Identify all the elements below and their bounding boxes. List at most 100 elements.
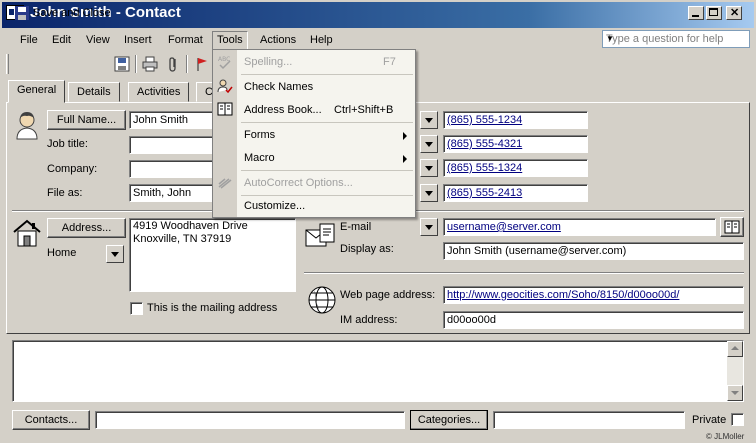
job-title-field[interactable] (129, 136, 215, 154)
email-label: E-mail (340, 221, 372, 233)
categories-button[interactable]: Categories... (410, 410, 488, 430)
notes-scrollbar[interactable] (727, 341, 743, 401)
address-book-icon (217, 102, 233, 116)
scroll-up-icon (731, 346, 739, 350)
phone-type-dropdown[interactable] (420, 159, 438, 177)
copyright-text: © JLMoller (706, 432, 745, 441)
maximize-icon (709, 8, 718, 16)
phone-value: (865) 555-1324 (447, 162, 523, 174)
print-icon[interactable] (142, 56, 158, 72)
contacts-button[interactable]: Contacts... (12, 410, 90, 430)
categories-field[interactable] (493, 411, 685, 429)
forms-label: Forms (244, 129, 276, 141)
menu-file[interactable]: File (16, 32, 42, 49)
menu-view[interactable]: View (82, 32, 114, 49)
email-icon (305, 223, 335, 247)
save-floppy-icon[interactable] (114, 56, 130, 72)
menu-item-check-names[interactable]: Check Names (237, 76, 415, 98)
submenu-arrow-icon (403, 155, 407, 163)
toolbar-grip[interactable] (6, 54, 9, 74)
contacts-field[interactable] (95, 411, 405, 429)
menu-separator (241, 122, 413, 123)
company-field[interactable] (129, 160, 215, 178)
spelling-shortcut: F7 (383, 56, 396, 68)
menu-insert[interactable]: Insert (120, 32, 156, 49)
full-name-field[interactable]: John Smith (129, 111, 215, 129)
macro-label: Macro (244, 152, 275, 164)
web-page-value: http://www.geocities.com/Soho/8150/d00oo… (447, 289, 680, 301)
autocorrect-icon (218, 178, 232, 189)
email-field[interactable]: username@server.com (443, 218, 716, 236)
phone-value: (865) 555-4321 (447, 138, 523, 150)
house-icon (13, 219, 41, 247)
check-names-icon (217, 79, 233, 94)
menu-tools[interactable]: Tools (212, 31, 248, 50)
phone-field[interactable]: (865) 555-1234 (443, 111, 588, 129)
address-book-shortcut: Ctrl+Shift+B (334, 104, 394, 116)
menu-item-spelling[interactable]: Spelling... F7 (237, 51, 415, 73)
address-book-label: Address Book... (244, 104, 322, 116)
minimize-button[interactable] (688, 6, 704, 20)
tab-details[interactable]: Details (68, 82, 120, 102)
menu-help[interactable]: Help (306, 32, 337, 49)
notes-textarea[interactable] (12, 340, 744, 402)
menu-item-autocorrect-options[interactable]: AutoCorrect Options... (237, 172, 415, 194)
spelling-icon: ABC (218, 56, 231, 70)
im-address-field[interactable]: d00oo00d (443, 311, 744, 329)
address-line-2: Knoxville, TN 37919 (133, 233, 232, 245)
file-as-label: File as: (47, 187, 83, 199)
globe-icon (308, 286, 336, 314)
scroll-down-icon (731, 391, 739, 395)
menu-separator (241, 170, 413, 171)
display-as-field[interactable]: John Smith (username@server.com) (443, 242, 744, 260)
menu-edit[interactable]: Edit (48, 32, 75, 49)
tools-menu: ABC Spelling... F7 Check Names Address B… (212, 49, 416, 218)
phone-type-dropdown[interactable] (420, 184, 438, 202)
close-button[interactable]: ✕ (726, 6, 742, 20)
menu-item-customize[interactable]: Customize... (237, 195, 415, 217)
private-checkbox[interactable] (731, 413, 744, 426)
submenu-arrow-icon (403, 132, 407, 140)
close-icon: ✕ (730, 7, 740, 19)
address-button[interactable]: Address... (47, 218, 126, 238)
scroll-down-button[interactable] (727, 385, 743, 401)
save-icon (15, 6, 29, 20)
address-field[interactable]: 4919 Woodhaven Drive Knoxville, TN 37919 (129, 218, 296, 292)
tab-general[interactable]: General (8, 80, 66, 103)
address-line-1: 4919 Woodhaven Drive (133, 220, 248, 232)
address-type-dropdown[interactable] (106, 245, 124, 263)
address-book-button[interactable] (720, 217, 744, 237)
help-question-box[interactable]: Type a question for help ▼ (602, 30, 750, 48)
address-book-icon (724, 220, 740, 234)
mailing-address-checkbox[interactable] (130, 302, 143, 315)
scroll-up-button[interactable] (727, 341, 743, 357)
file-as-field[interactable]: Smith, John (129, 184, 215, 202)
im-address-label: IM address: (340, 314, 398, 326)
menu-item-address-book[interactable]: Address Book... Ctrl+Shift+B (237, 99, 415, 121)
divider (304, 272, 744, 274)
phone-field[interactable]: (865) 555-4321 (443, 135, 588, 153)
menu-item-macro[interactable]: Macro (237, 147, 415, 169)
phone-type-dropdown[interactable] (420, 135, 438, 153)
email-type-dropdown[interactable] (420, 218, 438, 236)
company-label: Company: (47, 163, 98, 175)
chevron-down-icon[interactable]: ▼ (606, 34, 747, 43)
menu-item-forms[interactable]: Forms (237, 124, 415, 146)
phone-type-dropdown[interactable] (420, 111, 438, 129)
paperclip-icon[interactable] (165, 56, 181, 72)
toolbar-separator (135, 55, 137, 73)
full-name-button[interactable]: Full Name... (47, 110, 126, 130)
phone-field[interactable]: (865) 555-1324 (443, 159, 588, 177)
menu-actions[interactable]: Actions (256, 32, 300, 49)
flag-icon[interactable] (194, 56, 210, 72)
web-page-field[interactable]: http://www.geocities.com/Soho/8150/d00oo… (443, 286, 744, 304)
private-label: Private (692, 414, 727, 426)
toolbar-separator (186, 55, 188, 73)
person-icon (16, 112, 38, 140)
minimize-icon (692, 15, 699, 17)
contact-window: John Smith - Contact ✕ File Edit View In… (0, 0, 756, 443)
menu-format[interactable]: Format (164, 32, 207, 49)
tab-activities[interactable]: Activities (128, 82, 190, 102)
maximize-button[interactable] (706, 6, 722, 20)
phone-field[interactable]: (865) 555-2413 (443, 184, 588, 202)
